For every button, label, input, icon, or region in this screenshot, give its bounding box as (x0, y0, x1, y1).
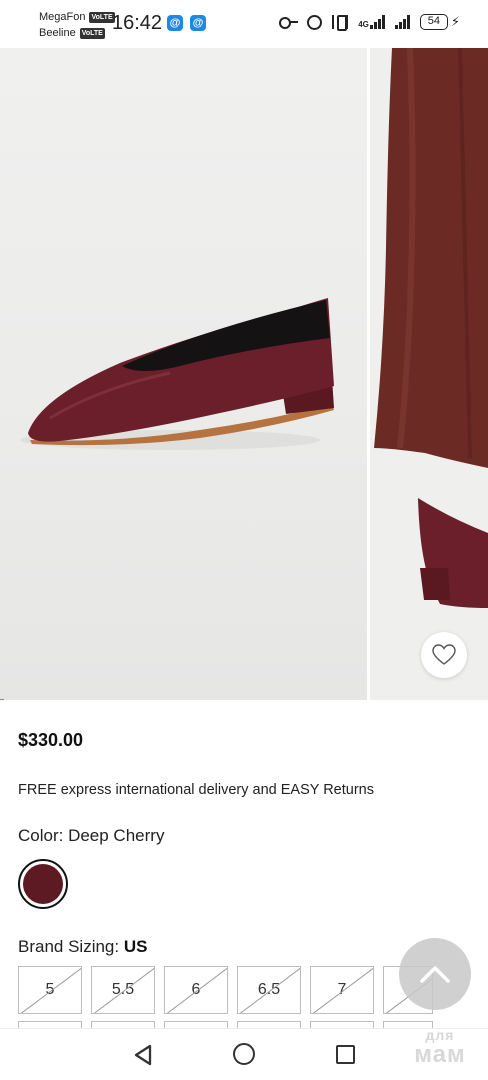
gallery-indicator (0, 699, 4, 700)
status-bar: MegaFon VoLTE Beeline VoLTE 16:42 @ @ 4G… (0, 0, 488, 48)
product-image-next[interactable] (370, 48, 488, 700)
carrier-2-label: Beeline (39, 27, 76, 39)
product-image-main[interactable] (0, 48, 367, 700)
model-image (374, 48, 488, 608)
network-type-label: 4G (358, 20, 369, 29)
heart-icon (432, 644, 456, 665)
watermark-logo: для мам (402, 1028, 478, 1072)
carrier-info: MegaFon VoLTE Beeline VoLTE (39, 9, 115, 41)
shoe-image (20, 298, 334, 450)
alarm-icon (307, 14, 323, 30)
brand-sizing-label: Brand Sizing: US (18, 937, 147, 957)
carrier-1-label: MegaFon (39, 11, 86, 23)
vibrate-icon (332, 15, 349, 31)
size-option-unavailable[interactable]: 6.5 (237, 966, 301, 1014)
size-option-unavailable[interactable]: 6 (164, 966, 228, 1014)
product-gallery[interactable] (0, 48, 488, 700)
size-option-unavailable[interactable]: 5 (18, 966, 82, 1014)
recents-square-icon[interactable] (336, 1045, 355, 1064)
strike-line (166, 967, 227, 1013)
key-icon (279, 17, 299, 29)
size-option-unavailable[interactable]: 7 (310, 966, 374, 1014)
signal-icon (369, 15, 385, 29)
chevron-up-icon (420, 966, 450, 983)
battery-icon: 54 ⚡ (419, 14, 460, 30)
strike-line (312, 967, 373, 1013)
mail-notification-icon: @ (167, 15, 183, 31)
home-circle-icon[interactable] (233, 1043, 255, 1065)
volte-badge: VoLTE (79, 27, 105, 39)
mail-notification-icon: @ (190, 15, 206, 31)
strike-line (20, 967, 81, 1013)
strike-line (239, 967, 300, 1013)
signal-icon (394, 15, 410, 29)
volte-badge: VoLTE (89, 11, 115, 23)
sizing-label-text: Brand Sizing: (18, 937, 120, 956)
delivery-note: FREE express international delivery and … (18, 782, 374, 798)
watermark-line-1: для (425, 1027, 455, 1043)
charging-icon: ⚡ (450, 14, 460, 29)
strike-line (93, 967, 154, 1013)
status-icons: 4G 54 ⚡ (279, 14, 460, 31)
battery-level: 54 (419, 14, 448, 30)
color-label: Color: Deep Cherry (18, 826, 165, 845)
watermark-line-2: мам (414, 1041, 466, 1068)
product-price: $330.00 (18, 730, 84, 750)
wishlist-button[interactable] (421, 632, 467, 678)
size-options: 5 5.5 6 6.5 7 (18, 966, 433, 1014)
scroll-to-top-button[interactable] (399, 938, 471, 1010)
color-swatch (23, 864, 63, 904)
sizing-system: US (123, 937, 148, 956)
back-triangle-icon[interactable] (132, 1044, 154, 1066)
size-option-unavailable[interactable]: 5.5 (91, 966, 155, 1014)
color-swatch-selected[interactable] (18, 859, 68, 909)
status-clock: 16:42 (112, 12, 163, 34)
